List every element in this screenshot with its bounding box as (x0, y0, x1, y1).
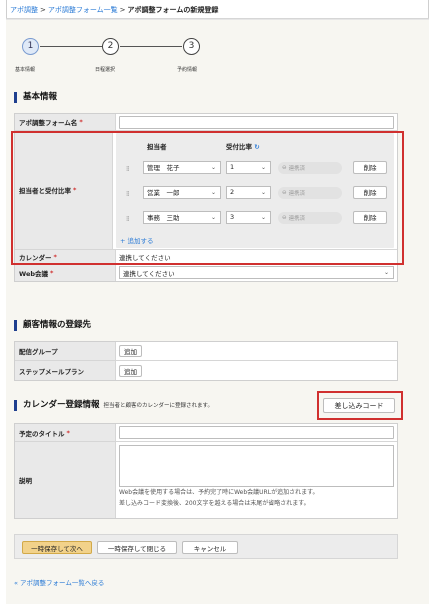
save-close-button[interactable]: 一時保存して閉じる (97, 541, 177, 554)
back-link[interactable]: « アポ調整フォーム一覧へ戻る (14, 577, 104, 587)
step-1-label: 基本情報 (15, 67, 36, 73)
step-2-label: 日程選択 (95, 67, 116, 73)
description-hint-1: Web会議を使用する場合は、予約完了時にWeb会議URLが追加されます。 (119, 489, 319, 496)
event-title-row: 予定のタイトル * (15, 424, 397, 442)
step-3-circle: 3 (183, 38, 200, 55)
description-row: 説明 Web会議を使用する場合は、予約完了時にWeb会議URLが追加されます。 … (15, 442, 397, 518)
description-hint-2: 差し込みコード変換後、200文字を越える場合は末尾が省略されます。 (119, 500, 310, 507)
step-connector (40, 46, 102, 47)
step-1-circle: 1 (22, 38, 39, 55)
section-basic-heading: 基本情報 (14, 92, 57, 103)
section-calendar-heading: カレンダー登録情報 担当者と顧客のカレンダーに登録されます。 (14, 400, 213, 411)
breadcrumb-separator: > (40, 6, 46, 14)
form-name-label: アポ調整フォーム名 * (15, 114, 116, 130)
breadcrumb-root[interactable]: アポ調整 (10, 6, 38, 14)
group-row: 配信グループ 追加 (15, 342, 397, 361)
group-add-button[interactable]: 追加 (119, 345, 142, 357)
web-meeting-select[interactable]: 連携してください ⌄ (119, 266, 394, 279)
step-2-circle: 2 (102, 38, 119, 55)
breadcrumb: アポ調整 > アポ調整フォーム一覧 > アポ調整フォームの新規登録 (10, 5, 218, 15)
calendar-note: 担当者と顧客のカレンダーに登録されます。 (103, 403, 213, 409)
web-meeting-label: Web会議 * (15, 264, 116, 281)
section-customer-heading: 顧客情報の登録先 (14, 320, 91, 331)
web-meeting-row: Web会議 * 連携してください ⌄ (15, 264, 397, 281)
cancel-button[interactable]: キャンセル (182, 541, 238, 554)
stepmail-label: ステップメールプラン (15, 361, 116, 380)
action-bar: 一時保存して次へ 一時保存して閉じる キャンセル (14, 534, 398, 559)
description-label: 説明 (15, 442, 116, 518)
highlight-box-staff (11, 131, 404, 265)
stepmail-add-button[interactable]: 追加 (119, 364, 142, 377)
save-next-button[interactable]: 一時保存して次へ (22, 541, 92, 554)
step-3-label: 予約情報 (177, 67, 198, 73)
stepmail-row: ステップメールプラン 追加 (15, 361, 397, 380)
step-connector (120, 46, 182, 47)
event-title-input[interactable] (119, 426, 394, 439)
form-name-input[interactable] (119, 115, 394, 129)
customer-table: 配信グループ 追加 ステップメールプラン 追加 (14, 341, 398, 381)
breadcrumb-separator: > (119, 6, 126, 14)
highlight-box-insert-code (317, 391, 403, 420)
chevron-down-icon: ⌄ (383, 269, 389, 276)
group-label: 配信グループ (15, 342, 116, 360)
description-textarea[interactable] (119, 445, 394, 487)
calendar-table: 予定のタイトル * 説明 Web会議を使用する場合は、予約完了時にWeb会議URL… (14, 423, 398, 519)
breadcrumb-list-link[interactable]: アポ調整フォーム一覧 (48, 6, 118, 14)
form-name-row: アポ調整フォーム名 * (15, 114, 397, 131)
event-title-label: 予定のタイトル * (15, 424, 116, 441)
breadcrumb-current: アポ調整フォームの新規登録 (127, 6, 219, 14)
